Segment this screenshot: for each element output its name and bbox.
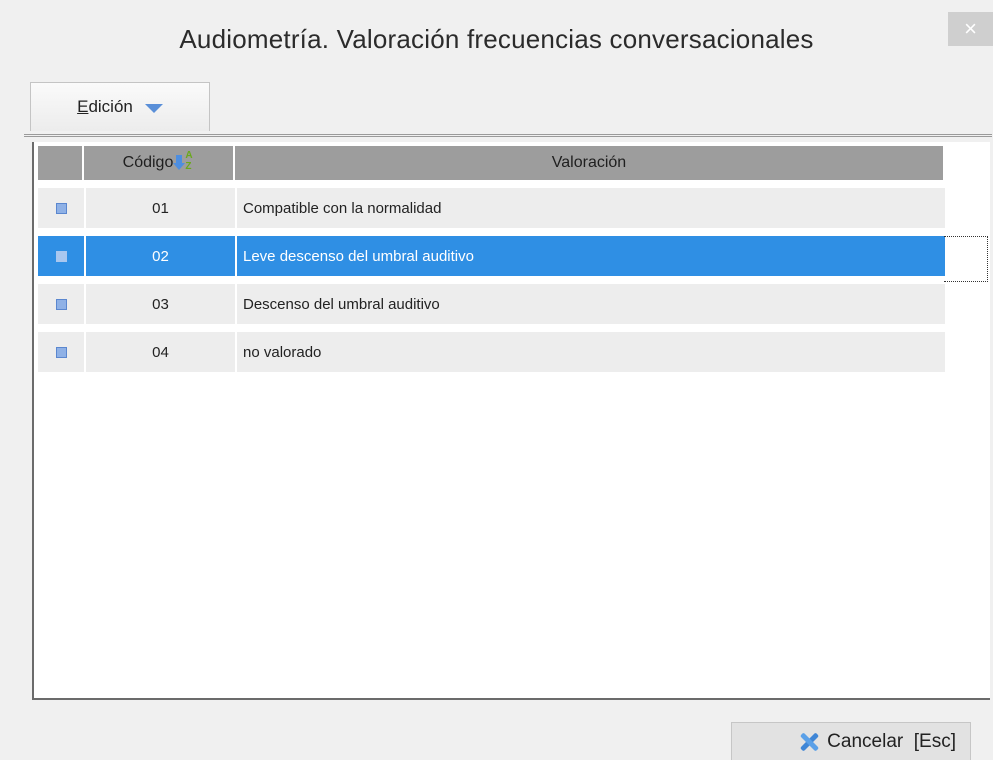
edit-menu-label: Edición [77, 97, 133, 116]
close-button[interactable]: × [948, 12, 993, 46]
data-grid[interactable]: Código AZ Valoración 01 Compatible con l… [32, 142, 990, 700]
code-cell[interactable]: 02 [86, 236, 235, 276]
close-icon: × [964, 16, 977, 41]
code-cell[interactable]: 03 [86, 284, 235, 324]
edit-menu-button[interactable]: Edición [30, 82, 210, 131]
row-indicator-icon [55, 250, 67, 262]
code-cell[interactable]: 01 [86, 188, 235, 228]
valoracion-cell[interactable]: Compatible con la normalidad [237, 188, 945, 228]
window-title: Audiometría. Valoración frecuencias conv… [179, 24, 814, 54]
valoracion-cell[interactable]: Descenso del umbral auditivo [237, 284, 945, 324]
code-cell[interactable]: 04 [86, 332, 235, 372]
footer: Cancelar [Esc] [0, 700, 993, 760]
table-row[interactable]: 04 no valorado [38, 332, 945, 372]
table-row-selected[interactable]: 02 Leve descenso del umbral auditivo [38, 236, 945, 276]
cancel-label: Cancelar [Esc] [827, 730, 956, 752]
valoracion-cell[interactable]: no valorado [237, 332, 945, 372]
row-indicator-icon [55, 346, 67, 358]
sort-az-icon: AZ [173, 150, 194, 173]
grid-header: Código AZ Valoración [38, 146, 943, 180]
header-indicator-column [38, 146, 84, 180]
cancel-x-icon [799, 731, 820, 752]
dropdown-arrow-icon [144, 103, 163, 113]
table-row[interactable]: 01 Compatible con la normalidad [38, 188, 945, 228]
title-bar: Audiometría. Valoración frecuencias conv… [0, 0, 993, 78]
table-row[interactable]: 03 Descenso del umbral auditivo [38, 284, 945, 324]
row-indicator-icon [55, 298, 67, 310]
cancel-button[interactable]: Cancelar [Esc] [731, 722, 971, 760]
valoracion-cell[interactable]: Leve descenso del umbral auditivo [237, 236, 945, 276]
focus-rectangle [944, 236, 988, 282]
row-indicator-icon [55, 202, 67, 214]
header-valoracion[interactable]: Valoración [235, 146, 943, 180]
toolbar: Edición [24, 82, 992, 137]
header-codigo[interactable]: Código AZ [84, 146, 235, 180]
